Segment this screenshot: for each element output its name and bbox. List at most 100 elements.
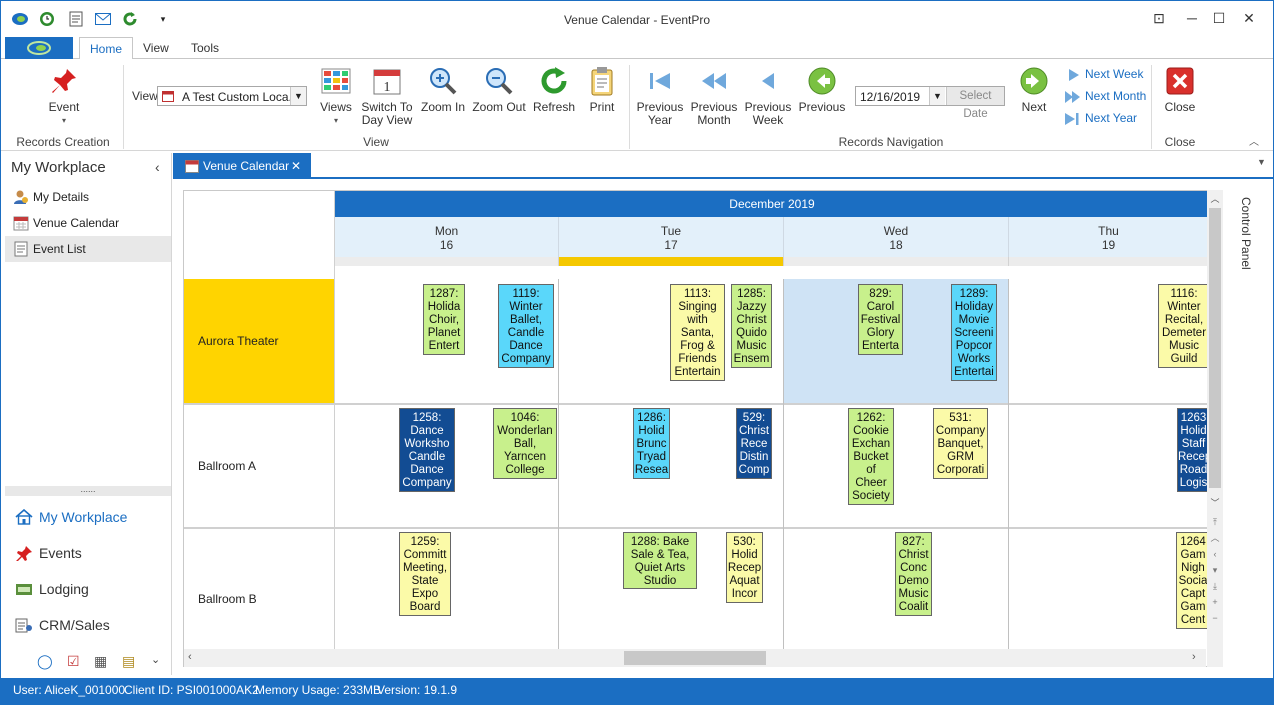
event-card[interactable]: 1113: Singing with Santa, Frog & Friends… (670, 284, 725, 381)
vertical-scroll-thumb[interactable] (1209, 208, 1221, 488)
views-button[interactable]: Views ▾ (317, 65, 355, 127)
maximize-button[interactable]: ☐ (1207, 7, 1231, 29)
horizontal-scroll-thumb[interactable] (624, 651, 766, 665)
event-card[interactable]: 829: Carol Festival Glory Enterta (858, 284, 903, 355)
event-card[interactable]: 1046: Wonderlan Ball, Yarncen College (493, 408, 557, 479)
zoom-in-icon (430, 68, 457, 95)
records-navigation-group-label: Records Navigation (838, 135, 944, 149)
resource-label[interactable]: Aurora Theater (184, 279, 335, 403)
close-tab-icon[interactable]: ✕ (291, 153, 301, 179)
views-grid-icon (321, 68, 351, 94)
nav-item-venue-calendar[interactable]: Venue Calendar (5, 210, 171, 236)
day-header-tue[interactable]: Tue 17 (559, 217, 784, 257)
tab-tools[interactable]: Tools (181, 37, 229, 59)
control-panel-tab[interactable]: Control Panel (1233, 197, 1253, 277)
close-group-label: Close (1164, 135, 1196, 149)
event-card[interactable]: 1263 Holid Staff Recep Road Logis (1177, 408, 1210, 492)
view-select[interactable]: A Test Custom Loca... ▼ (157, 86, 307, 106)
new-event-button[interactable]: Event ▾ (39, 65, 89, 127)
venue-calendar-grid[interactable]: December 2019 Mon 16 Tue 17 Wed 18 Thu 19 Au… (183, 190, 1223, 667)
zoom-out-button[interactable]: Zoom Out (471, 65, 527, 114)
scroll-right-icon[interactable]: › (1192, 651, 1196, 663)
switch-to-day-view-button[interactable]: 1 Switch To Day View (361, 65, 413, 127)
calculator-icon[interactable]: ▦ (94, 653, 107, 670)
zoom-in-button[interactable]: Zoom In (419, 65, 467, 114)
next-year-button[interactable]: Next Year (1065, 109, 1137, 127)
ribbon: Event ▾ Records Creation View A Test Cus… (1, 59, 1273, 151)
close-window-button[interactable]: ✕ (1237, 7, 1261, 29)
status-client-id: Client ID: PSI001000AK2 (124, 683, 259, 697)
chevron-down-icon[interactable]: ▼ (290, 87, 306, 105)
nav-buttons-icon[interactable]: ⤒ ︿ ‹ ▾ ⤓ + − (1207, 514, 1223, 626)
resource-label[interactable]: Ballroom B (184, 529, 335, 666)
event-card[interactable]: 1259: Committ Meeting, State Expo Board (399, 532, 451, 616)
close-button[interactable]: Close (1159, 65, 1201, 114)
event-card[interactable]: 1286: Holid Brunc Tryad Resea (633, 408, 670, 479)
module-events[interactable]: Events (15, 540, 82, 566)
print-button[interactable]: Print (583, 65, 621, 114)
collapse-pane-icon[interactable]: ‹ (155, 159, 160, 175)
zoom-out-label: Zoom Out (472, 100, 526, 114)
month-header: December 2019 (335, 191, 1209, 217)
window-title: Venue Calendar - EventPro (563, 13, 711, 27)
day-header-thu[interactable]: Thu 19 (1009, 217, 1209, 257)
refresh-button[interactable]: Refresh (531, 65, 577, 114)
tasks-icon[interactable]: ☑ (67, 653, 80, 670)
event-card[interactable]: 1287: Holida Choir, Planet Entert (423, 284, 465, 355)
next-week-button[interactable]: Next Week (1065, 65, 1143, 83)
scroll-left-icon[interactable]: ‹ (188, 651, 192, 663)
resource-row-ballroom-a: Ballroom A (184, 405, 1209, 529)
event-card[interactable]: 1119: Winter Ballet, Candle Dance Compan… (498, 284, 554, 368)
event-card[interactable]: 1285: Jazzy Christ Quido Music Ensem (731, 284, 772, 368)
tab-view[interactable]: View (133, 37, 179, 59)
notes-icon[interactable]: ▤ (122, 653, 135, 670)
configure-buttons-icon[interactable]: ⌄ (151, 653, 160, 666)
vertical-scrollbar[interactable]: ︿ ﹀ ⤒ ︿ ‹ ▾ ⤓ + − (1207, 190, 1223, 667)
event-card[interactable]: 1288: Bake Sale & Tea, Quiet Arts Studio (623, 532, 697, 589)
select-date-button[interactable]: Select Date (946, 87, 1004, 120)
day-subbar (335, 257, 559, 266)
day-header-wed[interactable]: Wed 18 (784, 217, 1009, 257)
event-card[interactable]: 530: Holid Recep Aquat Incor (726, 532, 763, 603)
module-my-workplace[interactable]: My Workplace (15, 504, 127, 530)
pane-splitter[interactable]: ...... (5, 485, 171, 496)
ribbon-display-icon[interactable]: ⊡ (1147, 7, 1171, 29)
day-number: 18 (889, 238, 903, 252)
module-lodging[interactable]: Lodging (15, 576, 89, 602)
previous-year-button[interactable]: Previous Year (635, 65, 685, 127)
resource-label[interactable]: Ballroom A (184, 405, 335, 527)
tab-list-dropdown-icon[interactable]: ▼ (1257, 157, 1266, 167)
module-crm-sales[interactable]: CRM/Sales (15, 612, 110, 638)
event-card[interactable]: 529: Christ Rece Distin Comp (736, 408, 772, 479)
previous-button[interactable]: Previous (797, 65, 847, 114)
minimize-button[interactable]: ─ (1180, 7, 1204, 29)
event-card[interactable]: 1264 Gam Nigh Socia Capt Gam Cent (1176, 532, 1210, 629)
next-month-button[interactable]: Next Month (1065, 87, 1146, 105)
nav-item-my-details[interactable]: My Details (5, 184, 171, 210)
date-picker[interactable]: 12/16/2019 ▼ Select Date (855, 86, 1005, 120)
tab-venue-calendar[interactable]: Venue Calendar ✕ (173, 153, 311, 179)
next-button[interactable]: Next (1011, 65, 1057, 114)
nav-item-event-list[interactable]: Event List (5, 236, 171, 262)
scroll-up-icon[interactable]: ︿ (1207, 192, 1223, 206)
event-card[interactable]: 827: Christ Conc Demo Music Coalit (895, 532, 932, 616)
event-card[interactable]: 1289: Holiday Movie Screeni Popcor Works… (951, 284, 997, 381)
collapse-ribbon-icon[interactable]: ︿ (1249, 133, 1259, 148)
tab-home[interactable]: Home (79, 37, 134, 60)
chevron-down-icon[interactable]: ▼ (929, 87, 945, 105)
group-separator (123, 65, 124, 149)
previous-week-button[interactable]: Previous Week (743, 65, 793, 127)
file-menu-button[interactable] (5, 37, 73, 59)
day-number: 19 (1101, 238, 1116, 252)
event-card[interactable]: 1258: Dance Worksho Candle Dance Company (399, 408, 455, 492)
scroll-down-icon[interactable]: ﹀ (1207, 496, 1223, 510)
horizontal-scrollbar[interactable]: ‹ › (184, 649, 1206, 667)
event-card[interactable]: 1262: Cookie Exchan Bucket of Cheer Soci… (848, 408, 894, 505)
day-header-mon[interactable]: Mon 16 (335, 217, 559, 257)
previous-month-button[interactable]: Previous Month (689, 65, 739, 127)
event-card[interactable]: 1116: Winter Recital, Demeter Music Guil… (1158, 284, 1210, 368)
arrow-left-circle-icon (808, 67, 836, 95)
event-card[interactable]: 531: Company Banquet, GRM Corporati (933, 408, 988, 479)
chat-icon[interactable]: ◯ (37, 653, 53, 670)
views-label: Views (320, 100, 352, 114)
